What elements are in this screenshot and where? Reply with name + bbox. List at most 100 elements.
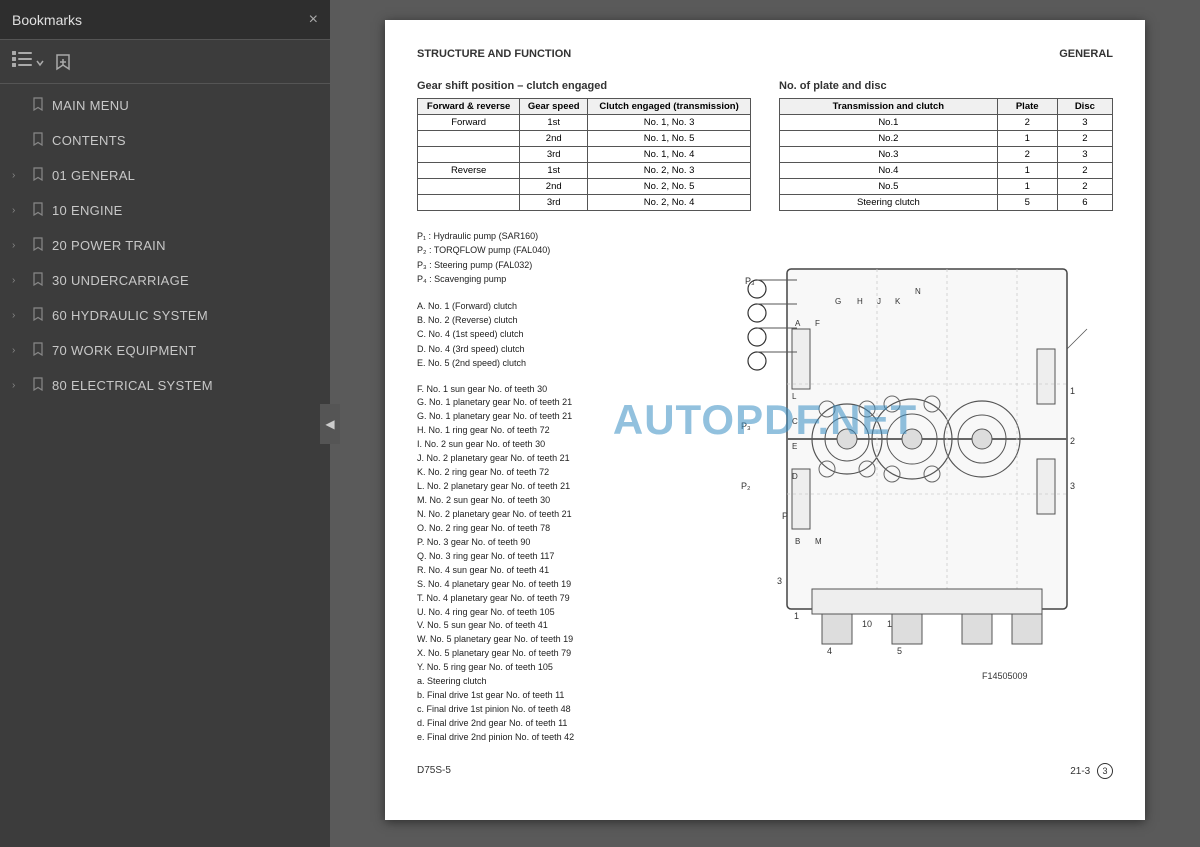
sidebar-item-work-equipment[interactable]: › 70 WORK EQUIPMENT	[0, 333, 330, 368]
component-item: I. No. 2 sun gear No. of teeth 30	[417, 438, 707, 452]
gear-table-title: Gear shift position – clutch engaged	[417, 80, 751, 92]
table-cell: 1	[997, 163, 1057, 179]
svg-text:L: L	[792, 392, 797, 401]
svg-text:E: E	[792, 442, 797, 451]
table-cell	[418, 195, 520, 211]
component-item: b. Final drive 1st gear No. of teeth 11	[417, 689, 707, 703]
svg-text:H: H	[857, 297, 863, 306]
component-item: R. No. 4 sun gear No. of teeth 41	[417, 564, 707, 578]
svg-text:4: 4	[827, 646, 832, 656]
component-item: T. No. 4 planetary gear No. of teeth 79	[417, 592, 707, 606]
expand-arrow-icon: ›	[12, 310, 24, 321]
svg-text:3: 3	[777, 576, 782, 586]
plate-disc-table: Transmission and clutchPlateDiscNo.123No…	[779, 98, 1113, 211]
gear-shift-table-section: Gear shift position – clutch engaged For…	[417, 80, 751, 211]
component-item: d. Final drive 2nd gear No. of teeth 11	[417, 717, 707, 731]
component-item: G. No. 1 planetary gear No. of teeth 21	[417, 410, 707, 424]
svg-text:3: 3	[1070, 481, 1075, 491]
chevron-left-icon: ◀	[325, 417, 334, 431]
table-row: No.323	[780, 147, 1113, 163]
svg-text:M: M	[815, 537, 822, 546]
expand-arrow-icon: ›	[12, 240, 24, 251]
component-item: J. No. 2 planetary gear No. of teeth 21	[417, 452, 707, 466]
table-cell: No. 2, No. 4	[588, 195, 751, 211]
sidebar-item-contents[interactable]: CONTENTS	[0, 123, 330, 158]
table-header-cell: Disc	[1057, 99, 1112, 115]
sidebar-item-general[interactable]: › 01 GENERAL	[0, 158, 330, 193]
expand-arrow-icon: ›	[12, 170, 24, 181]
svg-text:J: J	[877, 297, 881, 306]
expand-arrow-icon: ›	[12, 345, 24, 356]
sidebar-item-label: CONTENTS	[52, 133, 126, 148]
table-cell: 2	[1057, 163, 1112, 179]
svg-text:F: F	[815, 319, 820, 328]
diagram-section: P₁ : Hydraulic pump (SAR160)P₂ : TORQFLO…	[417, 229, 1113, 745]
component-item: Y. No. 5 ring gear No. of teeth 105	[417, 661, 707, 675]
svg-text:C: C	[792, 417, 798, 426]
bookmark-add-button[interactable]	[53, 52, 73, 72]
table-cell: 3rd	[520, 195, 588, 211]
sidebar-header: Bookmarks ×	[0, 0, 330, 40]
svg-text:B: B	[795, 537, 800, 546]
sidebar-item-power-train[interactable]: › 20 POWER TRAIN	[0, 228, 330, 263]
sidebar-item-hydraulic[interactable]: ›60 HYDRAULIC SYSTEM	[0, 298, 330, 333]
list-view-button[interactable]	[12, 50, 45, 73]
diagram-image-section: P₃ P₂ P₁ P₄	[727, 229, 1113, 745]
component-item: V. No. 5 sun gear No. of teeth 41	[417, 619, 707, 633]
sidebar-item-label: 01 GENERAL	[52, 168, 135, 183]
svg-text:5: 5	[897, 646, 902, 656]
table-row: No.123	[780, 115, 1113, 131]
table-cell: No. 1, No. 5	[588, 131, 751, 147]
bookmark-icon	[32, 97, 44, 114]
bookmark-icon	[32, 167, 44, 184]
table-cell: 2nd	[520, 179, 588, 195]
sidebar: Bookmarks ×	[0, 0, 330, 847]
table-row: Steering clutch56	[780, 195, 1113, 211]
table-row: Forward1stNo. 1, No. 3	[418, 115, 751, 131]
table-cell: 1	[997, 179, 1057, 195]
doc-number: D75S-5	[417, 765, 451, 776]
component-item: F. No. 1 sun gear No. of teeth 30	[417, 383, 707, 397]
table-cell: Forward	[418, 115, 520, 131]
table-cell: 3rd	[520, 147, 588, 163]
component-item: P. No. 3 gear No. of teeth 90	[417, 536, 707, 550]
bookmark-icon	[32, 237, 44, 254]
clutch-item: E. No. 5 (2nd speed) clutch	[417, 356, 707, 370]
svg-text:A: A	[795, 319, 801, 328]
table-cell: 3	[1057, 147, 1112, 163]
sidebar-item-label: MAIN MENU	[52, 98, 129, 113]
table-cell	[418, 131, 520, 147]
table-cell: 2	[997, 147, 1057, 163]
svg-text:N: N	[915, 287, 921, 296]
component-item: M. No. 2 sun gear No. of teeth 30	[417, 494, 707, 508]
page-header: STRUCTURE AND FUNCTION GENERAL	[417, 48, 1113, 60]
table-cell	[418, 147, 520, 163]
expand-arrow-icon: ›	[12, 275, 24, 286]
sidebar-item-label: 70 WORK EQUIPMENT	[52, 343, 197, 358]
component-item: N. No. 2 planetary gear No. of teeth 21	[417, 508, 707, 522]
component-item: L. No. 2 planetary gear No. of teeth 21	[417, 480, 707, 494]
table-cell: No.5	[780, 179, 998, 195]
table-cell: Steering clutch	[780, 195, 998, 211]
svg-text:P₃: P₃	[741, 421, 751, 431]
close-button[interactable]: ×	[309, 12, 318, 28]
table-row: No.512	[780, 179, 1113, 195]
collapse-sidebar-handle[interactable]: ◀	[320, 404, 340, 444]
table-cell: 2	[1057, 131, 1112, 147]
sidebar-item-electrical[interactable]: ›80 ELECTRICAL SYSTEM	[0, 368, 330, 403]
gear-shift-table: Forward & reverseGear speedClutch engage…	[417, 98, 751, 211]
component-item: H. No. 1 ring gear No. of teeth 72	[417, 424, 707, 438]
sidebar-item-main-menu[interactable]: MAIN MENU	[0, 88, 330, 123]
sidebar-item-undercarriage[interactable]: ›30 UNDERCARRIAGE	[0, 263, 330, 298]
svg-text:F14505009: F14505009	[982, 671, 1028, 681]
sidebar-item-engine[interactable]: ›10 ENGINE	[0, 193, 330, 228]
clutches-list: A. No. 1 (Forward) clutchB. No. 2 (Rever…	[417, 299, 707, 371]
plate-disc-table-section: No. of plate and disc Transmission and c…	[779, 80, 1113, 211]
expand-arrow-icon: ›	[12, 380, 24, 391]
sidebar-item-label: 20 POWER TRAIN	[52, 238, 166, 253]
component-item: S. No. 4 planetary gear No. of teeth 19	[417, 578, 707, 592]
svg-text:P₃: P₃	[745, 276, 755, 286]
table-cell: 2	[1057, 179, 1112, 195]
clutch-item: C. No. 4 (1st speed) clutch	[417, 327, 707, 341]
table-header-cell: Transmission and clutch	[780, 99, 998, 115]
